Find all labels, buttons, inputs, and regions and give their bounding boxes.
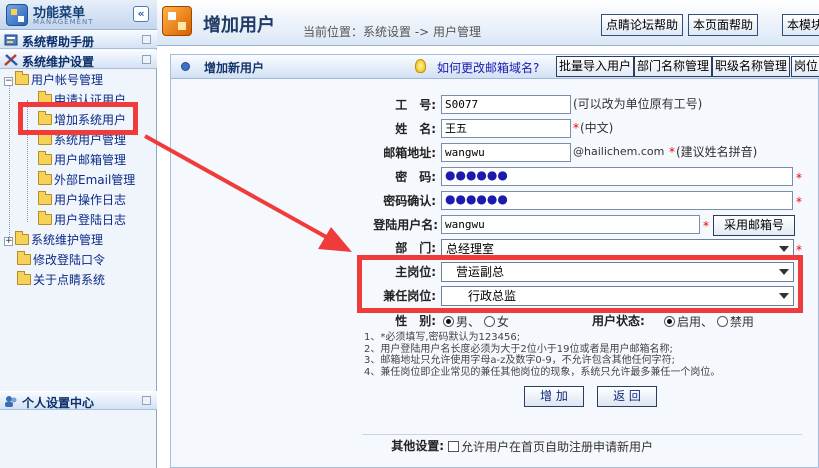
annotation-arrow-icon — [144, 134, 352, 252]
